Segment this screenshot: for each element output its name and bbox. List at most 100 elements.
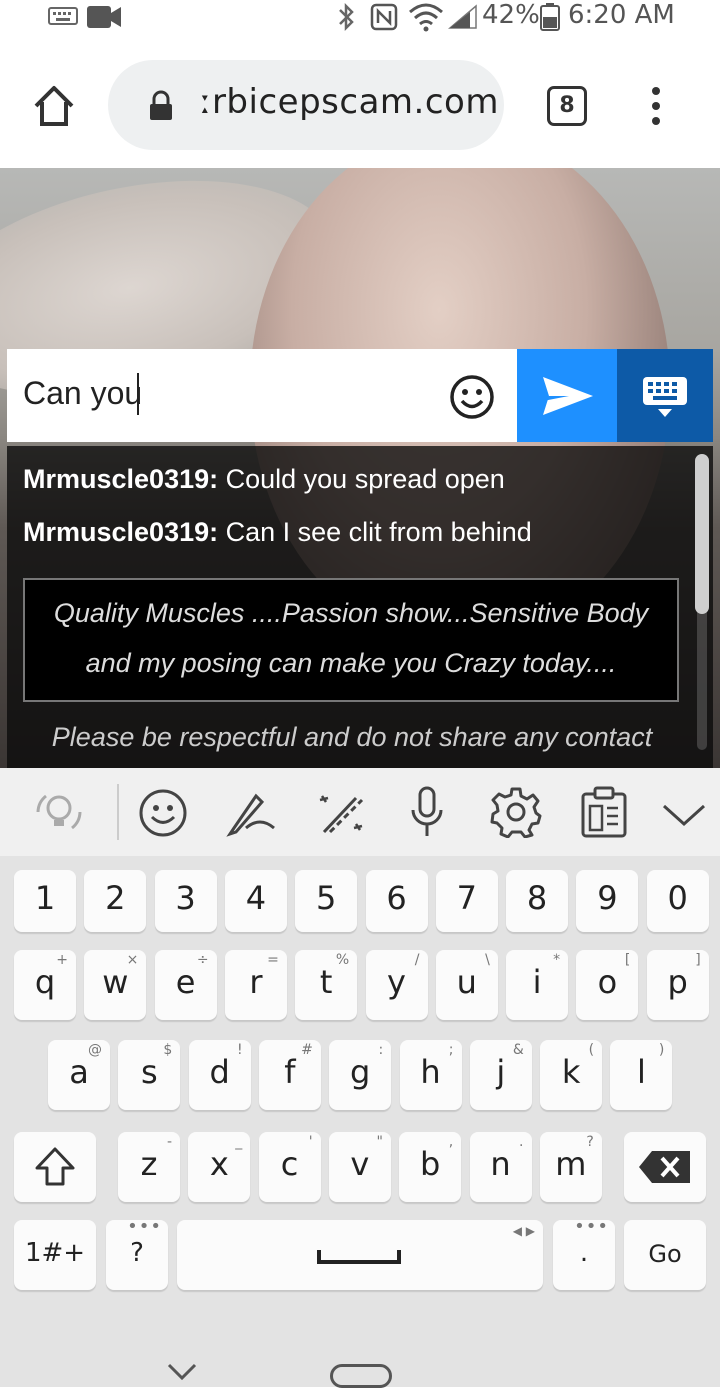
home-button[interactable] xyxy=(330,1364,392,1388)
symbols-key[interactable]: 1#+ xyxy=(14,1220,96,1290)
key-8[interactable]: 8 xyxy=(506,870,569,932)
home-icon[interactable] xyxy=(32,84,76,128)
settings-icon[interactable] xyxy=(490,786,542,838)
chevron-down-icon[interactable] xyxy=(662,802,706,828)
key-2[interactable]: 2 xyxy=(84,870,147,932)
key-f[interactable]: f # xyxy=(258,1040,321,1110)
space-key[interactable]: ◀ ▶ xyxy=(177,1220,543,1290)
backspace-key[interactable] xyxy=(624,1132,706,1202)
key-e[interactable]: e ÷ xyxy=(154,950,217,1020)
wifi-icon xyxy=(409,3,443,32)
key-z[interactable]: z- xyxy=(118,1132,180,1202)
text-cursor xyxy=(137,373,139,415)
emoji-icon[interactable] xyxy=(138,788,188,838)
key-7[interactable]: 7 xyxy=(435,870,498,932)
chat-input[interactable]: Can you xyxy=(7,349,517,442)
key-hint: ] xyxy=(695,952,701,968)
key-q[interactable]: q + xyxy=(14,950,76,1020)
key-label: n xyxy=(490,1145,511,1183)
key-x[interactable]: x _ xyxy=(188,1132,251,1202)
chat-username[interactable]: Mrmuscle0319: xyxy=(23,517,218,547)
key-4[interactable]: 4 xyxy=(224,870,287,932)
key-0[interactable]: 0 xyxy=(646,870,709,932)
key-t[interactable]: t% xyxy=(295,950,358,1020)
key-label: i xyxy=(532,963,542,1001)
backspace-icon xyxy=(639,1151,690,1183)
space-icon xyxy=(317,1250,401,1264)
key-h[interactable]: h; xyxy=(399,1040,462,1110)
chat-username[interactable]: Mrmuscle0319: xyxy=(23,464,218,494)
chat-panel[interactable]: Mrmuscle0319: Could you spread open Mrmu… xyxy=(7,446,713,768)
tab-switcher-button[interactable]: 8 xyxy=(547,86,587,126)
go-key[interactable]: Go xyxy=(624,1220,706,1290)
key-b[interactable]: b, xyxy=(399,1132,462,1202)
nfc-icon xyxy=(370,3,398,31)
key-l[interactable]: l) xyxy=(610,1040,673,1110)
key-label: 4 xyxy=(245,879,267,917)
key-n[interactable]: n. xyxy=(469,1132,532,1202)
key-1[interactable]: 1 xyxy=(14,870,76,932)
key-u[interactable]: u \ xyxy=(435,950,498,1020)
status-bar: 42% 6:20 AM xyxy=(0,0,720,36)
emoji-icon[interactable] xyxy=(449,374,495,420)
key-hint: ? xyxy=(586,1134,594,1150)
lightbulb-icon[interactable] xyxy=(34,788,84,836)
send-button[interactable] xyxy=(517,349,617,442)
key-hint: = xyxy=(267,952,279,968)
send-icon xyxy=(543,377,593,415)
key-label: 9 xyxy=(597,879,618,917)
key-label: a xyxy=(69,1053,89,1091)
clipboard-icon[interactable] xyxy=(580,786,628,840)
room-topic: Quality Muscles ....Passion show...Sensi… xyxy=(23,578,679,702)
shift-icon xyxy=(35,1147,75,1186)
key-v[interactable]: v " xyxy=(328,1132,391,1202)
key-o[interactable]: o[ xyxy=(576,950,639,1020)
key-hint: [ xyxy=(624,952,631,968)
key-label: g xyxy=(350,1053,371,1091)
key-j[interactable]: j & xyxy=(469,1040,532,1110)
key-d[interactable]: d! xyxy=(188,1040,251,1110)
key-3[interactable]: 3 xyxy=(154,870,217,932)
key-p[interactable]: p] xyxy=(646,950,709,1020)
keyboard-toggle-button[interactable] xyxy=(617,349,713,442)
handwriting-icon[interactable] xyxy=(226,788,278,838)
key-a[interactable]: a @ xyxy=(48,1040,110,1110)
key-m[interactable]: m? xyxy=(539,1132,602,1202)
key-5[interactable]: 5 xyxy=(295,870,358,932)
keyboard-toolbar xyxy=(0,768,720,856)
system-nav-bar xyxy=(0,1320,720,1388)
key-label: k xyxy=(561,1053,581,1091)
key-k[interactable]: k( xyxy=(540,1040,603,1110)
key-label: c xyxy=(280,1145,299,1183)
chat-message: Mrmuscle0319: Could you spread open xyxy=(23,464,505,495)
key-i[interactable]: i * xyxy=(506,950,569,1020)
key-hint: _ xyxy=(235,1134,243,1150)
address-bar[interactable]: ːrbicepscam.com xyxy=(108,60,504,150)
question-key[interactable]: ••• ? xyxy=(106,1216,168,1290)
key-g[interactable]: g: xyxy=(329,1040,392,1110)
key-hint: : xyxy=(378,1042,384,1058)
key-c[interactable]: c ' xyxy=(258,1132,321,1202)
period-key[interactable]: ••• . xyxy=(553,1216,615,1290)
back-chevron-icon[interactable] xyxy=(166,1362,198,1382)
more-menu-icon[interactable] xyxy=(648,86,664,126)
chat-rules-notice: Please be respectful and do not share an… xyxy=(51,722,653,752)
key-6[interactable]: 6 xyxy=(365,870,428,932)
key-hint: \ xyxy=(485,952,490,968)
chat-scrollbar[interactable] xyxy=(695,454,709,614)
key-s[interactable]: s $ xyxy=(118,1040,181,1110)
mic-icon[interactable] xyxy=(410,786,444,840)
key-w[interactable]: w × xyxy=(84,950,147,1020)
key-hint: ) xyxy=(658,1042,665,1058)
soft-keyboard: 1#+ ••• ? ◀ ▶ ••• . Go 1 2 3 4 5 6 7 8 9 0 q + w × e ÷ r… xyxy=(0,856,720,1320)
magic-icon[interactable] xyxy=(316,788,368,838)
chat-message: Mrmuscle0319: Can I see clit from behind xyxy=(23,517,532,548)
key-y[interactable]: y / xyxy=(365,950,428,1020)
key-hint: & xyxy=(512,1042,524,1058)
chat-input-text[interactable]: Can you xyxy=(23,375,142,412)
key-r[interactable]: r = xyxy=(224,950,287,1020)
key-9[interactable]: 9 xyxy=(576,870,639,932)
key-hint: # xyxy=(301,1042,313,1058)
key-label: 0 xyxy=(667,879,688,917)
shift-key[interactable] xyxy=(14,1132,96,1202)
